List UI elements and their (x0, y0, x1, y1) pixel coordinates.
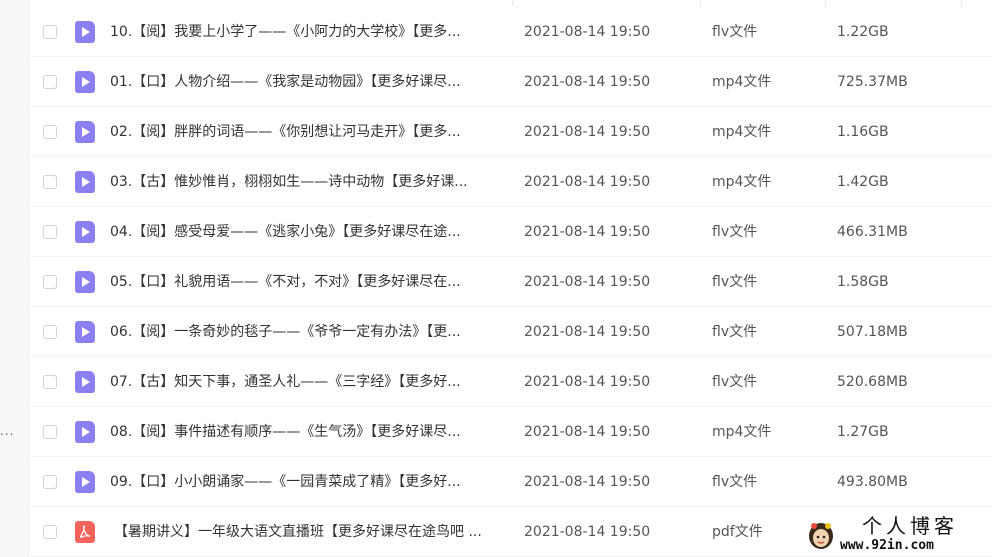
file-name[interactable]: 04.【阅】感受母爱——《逃家小兔》【更多好课尽在途... (110, 223, 500, 241)
file-name[interactable]: 10.【阅】我要上小学了——《小阿力的大学校》【更多... (110, 23, 500, 41)
file-size: 1.22GB (837, 24, 889, 40)
video-file-icon (75, 171, 95, 193)
file-row[interactable]: 07.【古】知天下事，通圣人礼——《三字经》【更多好... 2021-08-14… (28, 357, 992, 407)
file-type: flv文件 (712, 224, 758, 240)
row-checkbox[interactable] (43, 375, 57, 389)
file-name[interactable]: 07.【古】知天下事，通圣人礼——《三字经》【更多好... (110, 373, 500, 391)
watermark-url: www.92in.com (840, 538, 934, 553)
video-file-icon (75, 371, 95, 393)
video-file-icon (75, 121, 95, 143)
file-date: 2021-08-14 19:50 (524, 324, 651, 340)
left-sidebar: ... (0, 0, 29, 557)
avatar-icon (809, 523, 833, 549)
video-file-icon (75, 21, 95, 43)
file-size: 520.68MB (837, 374, 908, 390)
row-checkbox[interactable] (43, 175, 57, 189)
file-row[interactable]: 08.【阅】事件描述有顺序——《生气汤》【更多好课尽... 2021-08-14… (28, 407, 992, 457)
file-size: 725.37MB (837, 74, 908, 90)
video-file-icon (75, 321, 95, 343)
row-checkbox[interactable] (43, 425, 57, 439)
header-separator[interactable] (825, 0, 826, 6)
file-row[interactable]: 04.【阅】感受母爱——《逃家小兔》【更多好课尽在途... 2021-08-14… (28, 207, 992, 257)
file-type: pdf文件 (712, 524, 763, 540)
column-header-edge (28, 0, 992, 6)
file-type: flv文件 (712, 274, 758, 290)
video-file-icon (75, 221, 95, 243)
file-size: 493.80MB (837, 474, 908, 490)
row-checkbox[interactable] (43, 525, 57, 539)
video-file-icon (75, 471, 95, 493)
file-size: 507.18MB (837, 324, 908, 340)
file-date: 2021-08-14 19:50 (524, 374, 651, 390)
file-date: 2021-08-14 19:50 (524, 174, 651, 190)
header-separator[interactable] (700, 0, 701, 6)
file-row[interactable]: 02.【阅】胖胖的词语——《你别想让河马走开》【更多... 2021-08-14… (28, 107, 992, 157)
file-row[interactable]: 10.【阅】我要上小学了——《小阿力的大学校》【更多... 2021-08-14… (28, 7, 992, 57)
file-date: 2021-08-14 19:50 (524, 474, 651, 490)
blog-watermark: 个人博客 www.92in.com (800, 515, 990, 555)
row-checkbox[interactable] (43, 325, 57, 339)
file-size: 1.42GB (837, 174, 889, 190)
row-checkbox[interactable] (43, 475, 57, 489)
file-name[interactable]: 06.【阅】一条奇妙的毯子——《爷爷一定有办法》【更... (110, 323, 500, 341)
sidebar-ellipsis[interactable]: ... (0, 424, 14, 438)
file-date: 2021-08-14 19:50 (524, 74, 651, 90)
pdf-file-icon (75, 521, 95, 543)
file-date: 2021-08-14 19:50 (524, 124, 651, 140)
file-row[interactable]: 03.【古】惟妙惟肖，栩栩如生——诗中动物【更多好课... 2021-08-14… (28, 157, 992, 207)
file-list-page: ... 10.【阅】我要上小学了——《小阿力的大学校》【更多... 2021-0… (0, 0, 992, 557)
file-list: 10.【阅】我要上小学了——《小阿力的大学校》【更多... 2021-08-14… (28, 7, 992, 557)
video-file-icon (75, 271, 95, 293)
row-checkbox[interactable] (43, 75, 57, 89)
file-type: flv文件 (712, 324, 758, 340)
file-row[interactable]: 01.【口】人物介绍——《我家是动物园》【更多好课尽... 2021-08-14… (28, 57, 992, 107)
file-name[interactable]: 05.【口】礼貌用语——《不对，不对》【更多好课尽在... (110, 273, 500, 291)
file-row[interactable]: 05.【口】礼貌用语——《不对，不对》【更多好课尽在... 2021-08-14… (28, 257, 992, 307)
file-name[interactable]: 03.【古】惟妙惟肖，栩栩如生——诗中动物【更多好课... (110, 173, 500, 191)
file-row[interactable]: 09.【口】小小朗诵家——《一园青菜成了精》【更多好... 2021-08-14… (28, 457, 992, 507)
file-type: mp4文件 (712, 424, 772, 440)
file-type: mp4文件 (712, 124, 772, 140)
row-checkbox[interactable] (43, 25, 57, 39)
file-name[interactable]: 【暑期讲义】一年级大语文直播班【更多好课尽在途鸟吧 ... (114, 523, 504, 541)
file-size: 1.16GB (837, 124, 889, 140)
file-name[interactable]: 01.【口】人物介绍——《我家是动物园》【更多好课尽... (110, 73, 500, 91)
file-size: 466.31MB (837, 224, 908, 240)
file-row[interactable]: 06.【阅】一条奇妙的毯子——《爷爷一定有办法》【更... 2021-08-14… (28, 307, 992, 357)
file-type: flv文件 (712, 24, 758, 40)
file-date: 2021-08-14 19:50 (524, 424, 651, 440)
file-date: 2021-08-14 19:50 (524, 24, 651, 40)
file-type: mp4文件 (712, 174, 772, 190)
row-checkbox[interactable] (43, 125, 57, 139)
file-type: flv文件 (712, 474, 758, 490)
file-size: 1.27GB (837, 424, 889, 440)
video-file-icon (75, 421, 95, 443)
file-name[interactable]: 09.【口】小小朗诵家——《一园青菜成了精》【更多好... (110, 473, 500, 491)
watermark-title: 个人博客 (862, 514, 958, 538)
file-type: flv文件 (712, 374, 758, 390)
video-file-icon (75, 71, 95, 93)
file-name[interactable]: 08.【阅】事件描述有顺序——《生气汤》【更多好课尽... (110, 423, 500, 441)
file-name[interactable]: 02.【阅】胖胖的词语——《你别想让河马走开》【更多... (110, 123, 500, 141)
file-date: 2021-08-14 19:50 (524, 274, 651, 290)
file-date: 2021-08-14 19:50 (524, 224, 651, 240)
file-date: 2021-08-14 19:50 (524, 524, 651, 540)
pdf-glyph-icon (79, 525, 91, 538)
row-checkbox[interactable] (43, 275, 57, 289)
file-size: 1.58GB (837, 274, 889, 290)
header-separator[interactable] (512, 0, 513, 6)
header-separator[interactable] (961, 0, 962, 6)
row-checkbox[interactable] (43, 225, 57, 239)
file-type: mp4文件 (712, 74, 772, 90)
